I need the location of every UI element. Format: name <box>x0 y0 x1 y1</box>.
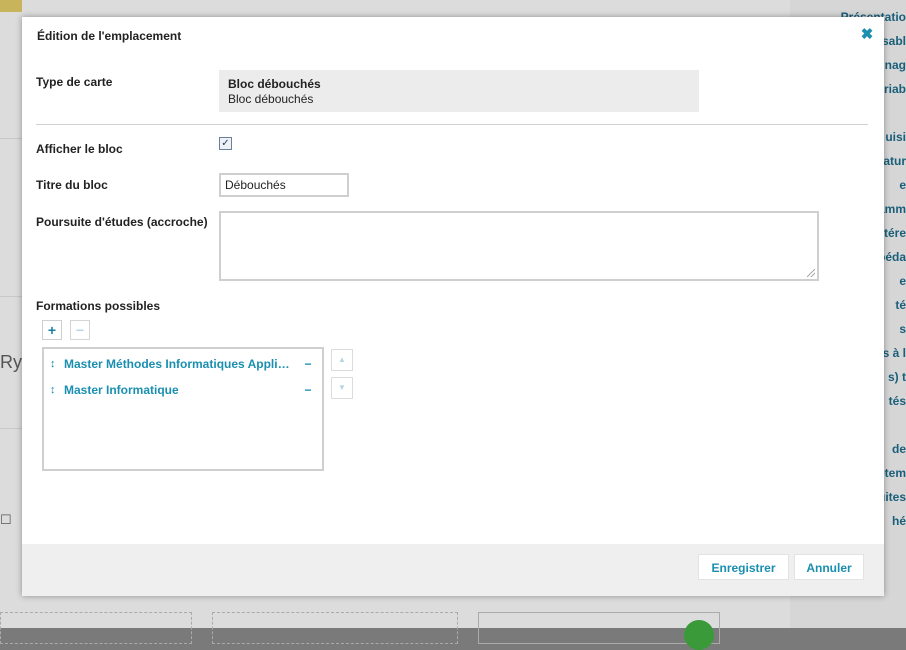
show-block-label: Afficher le bloc <box>36 142 123 156</box>
type-value-text: Bloc débouchés <box>228 92 314 106</box>
cancel-button[interactable]: Annuler <box>794 554 864 580</box>
background-top-bar <box>0 0 22 12</box>
list-item[interactable]: ↕ Master Méthodes Informatiques Appliqué… <box>48 357 318 375</box>
edit-location-dialog: Édition de l'emplacement ✖ Type de carte… <box>22 17 884 596</box>
remove-formation-button[interactable]: − <box>70 320 90 340</box>
resize-handle-icon[interactable] <box>807 269 815 277</box>
section-divider <box>36 124 868 125</box>
type-value-title: Bloc débouchés <box>228 77 321 91</box>
dialog-title: Édition de l'emplacement <box>37 29 182 43</box>
type-value-box: Bloc débouchés Bloc débouchés <box>219 70 699 112</box>
pursuit-label: Poursuite d'études (accroche) <box>36 215 208 229</box>
formation-name[interactable]: Master Informatique <box>64 383 290 397</box>
block-title-input[interactable] <box>219 173 349 197</box>
remove-item-icon[interactable]: − <box>302 383 314 397</box>
background-divider <box>0 428 22 429</box>
remove-item-icon[interactable]: − <box>302 357 314 371</box>
save-button[interactable]: Enregistrer <box>698 554 789 580</box>
background-checkbox-icon: ☐ <box>0 512 12 527</box>
formations-label: Formations possibles <box>36 299 161 313</box>
background-green-button <box>684 620 714 650</box>
background-dashed-box <box>0 612 192 644</box>
list-item[interactable]: ↕ Master Informatique − <box>48 383 318 401</box>
show-block-checkbox[interactable]: ✓ <box>219 137 232 150</box>
drag-handle-icon[interactable]: ↕ <box>50 358 58 370</box>
move-down-button[interactable]: ▼ <box>331 377 353 399</box>
background-divider <box>0 296 22 297</box>
add-formation-button[interactable]: + <box>42 320 62 340</box>
drag-handle-icon[interactable]: ↕ <box>50 384 58 396</box>
background-divider <box>0 138 22 139</box>
block-title-label: Titre du bloc <box>36 178 108 192</box>
background-dashed-box <box>212 612 458 644</box>
type-label: Type de carte <box>36 75 113 89</box>
move-up-button[interactable]: ▲ <box>331 349 353 371</box>
dialog-footer: Enregistrer Annuler <box>22 544 884 596</box>
formations-list: ↕ Master Méthodes Informatiques Appliqué… <box>42 347 324 471</box>
pursuit-textarea[interactable] <box>219 211 819 281</box>
formation-name[interactable]: Master Méthodes Informatiques Appliquées <box>64 357 290 371</box>
close-icon[interactable]: ✖ <box>860 27 874 42</box>
